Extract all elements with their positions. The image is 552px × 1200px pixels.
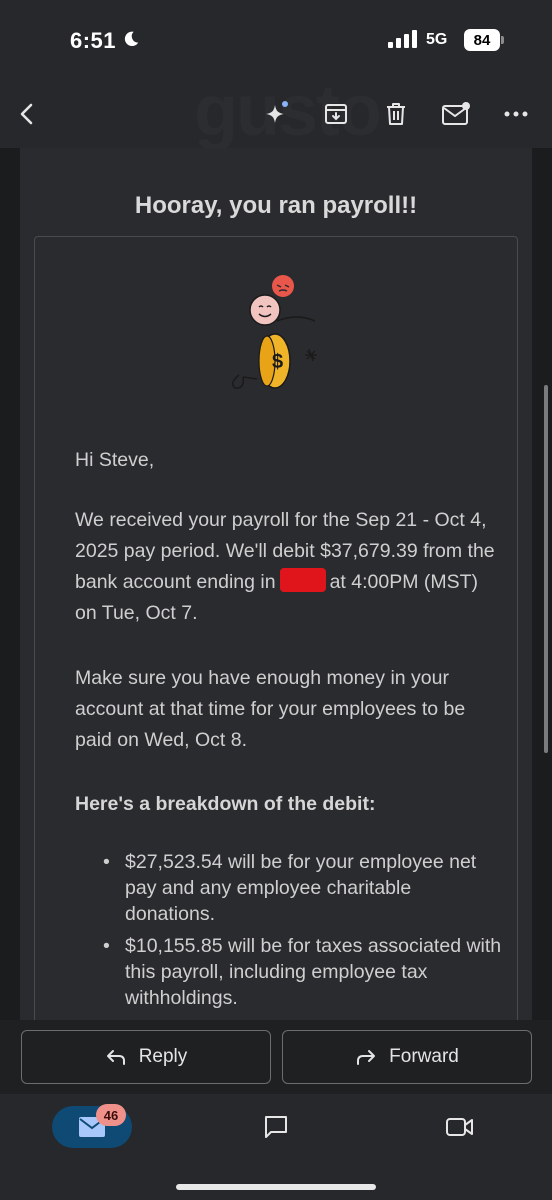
back-arrow-icon — [20, 103, 33, 125]
home-indicator[interactable] — [176, 1184, 376, 1190]
reply-actions: Reply Forward — [0, 1020, 552, 1094]
back-button[interactable] — [8, 94, 48, 134]
battery-level: 84 — [464, 29, 500, 51]
svg-text:$: $ — [272, 351, 283, 373]
status-bar: 6:51 5G 84 — [0, 0, 552, 80]
bottom-navigation: 46 — [0, 1094, 552, 1200]
reply-icon — [106, 1050, 125, 1065]
nav-meet[interactable] — [440, 1106, 480, 1148]
reply-label: Reply — [138, 1046, 188, 1067]
forward-icon — [357, 1050, 376, 1065]
video-camera-icon — [446, 1118, 473, 1136]
nav-chat[interactable] — [256, 1106, 296, 1148]
mark-unread-icon — [442, 102, 470, 125]
signal-icon — [388, 30, 417, 48]
forward-label: Forward — [389, 1046, 459, 1067]
redacted-account-number — [279, 568, 326, 592]
scrollbar[interactable] — [544, 385, 548, 753]
status-time: 6:51 — [70, 28, 117, 53]
battery-tip — [501, 36, 504, 44]
breakdown-list: $27,523.54 will be for your employee net… — [103, 849, 505, 1017]
more-icon — [504, 111, 528, 117]
gemini-button[interactable] — [256, 94, 296, 134]
network-label: 5G — [426, 31, 448, 48]
delete-button[interactable] — [376, 94, 416, 134]
mark-unread-button[interactable] — [436, 94, 476, 134]
battery-indicator: 84 — [464, 29, 504, 51]
unread-count-badge: 46 — [96, 1104, 126, 1126]
more-options-button[interactable] — [496, 94, 536, 134]
email-toolbar: gusto — [0, 71, 552, 151]
moon-icon — [124, 31, 139, 47]
chat-icon — [265, 1116, 287, 1138]
greeting-text: Hi Steve, — [75, 449, 155, 471]
debit-paragraph: We received your payroll for the Sep 21 … — [75, 505, 495, 629]
payroll-illustration: $ — [232, 275, 317, 389]
list-item: $10,155.85 will be for taxes associated … — [103, 933, 505, 1011]
email-body-area[interactable]: Hooray, you ran payroll!! $ Hi Steve, We… — [0, 148, 552, 1020]
email-content-box: $ Hi Steve, We received your payroll for… — [34, 236, 518, 1020]
archive-button[interactable] — [316, 94, 356, 134]
breakdown-heading: Here's a breakdown of the debit: — [75, 793, 376, 815]
funds-reminder-paragraph: Make sure you have enough money in your … — [75, 667, 466, 751]
forward-button[interactable]: Forward — [282, 1030, 532, 1084]
sparkle-icon — [266, 101, 288, 123]
email-card: Hooray, you ran payroll!! $ Hi Steve, We… — [20, 148, 532, 1020]
trash-icon — [387, 103, 405, 125]
list-item: $27,523.54 will be for your employee net… — [103, 849, 505, 927]
email-heading: Hooray, you ran payroll!! — [134, 192, 418, 219]
reply-button[interactable]: Reply — [21, 1030, 271, 1084]
archive-icon — [325, 104, 347, 124]
